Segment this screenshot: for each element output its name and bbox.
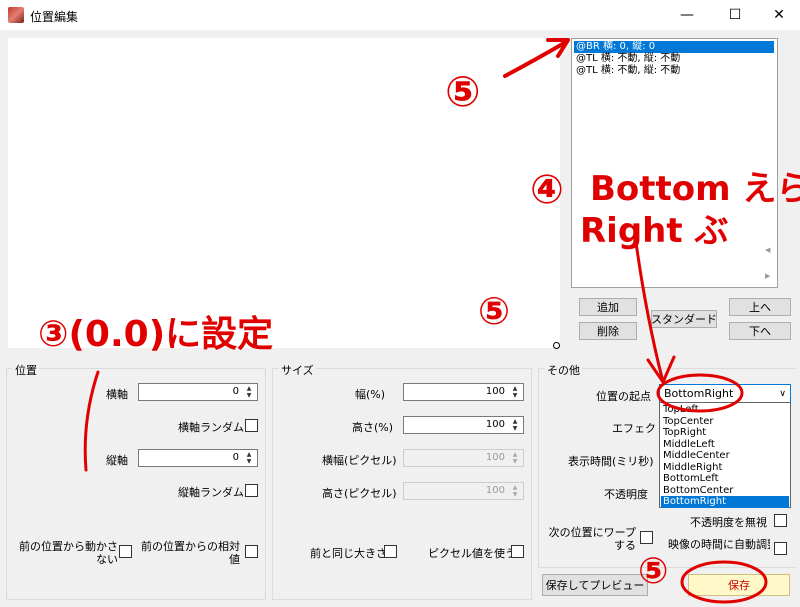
chevron-down-icon: ∨ [779,389,786,399]
same-size-checkbox[interactable] [384,545,397,558]
no-move-checkbox[interactable] [119,545,132,558]
app-icon [8,7,24,23]
ignore-opacity-label: 不透明度を無視 [690,516,767,529]
opacity-label: 不透明度 [604,488,648,501]
spinner-icon: ▲ ▼ [512,451,518,465]
height-pixel-input: 100 ▲ ▼ [403,482,524,500]
origin-option[interactable]: MiddleLeft [661,439,789,451]
spinner-icon[interactable]: ▲ ▼ [508,385,522,399]
window-title: 位置編集 [30,10,79,24]
x-axis-label: 横軸 [106,388,128,401]
width-pixel-label: 横幅(ピクセル) [322,454,397,467]
width-pixel-input: 100 ▲ ▼ [403,449,524,467]
y-axis-input[interactable]: 0 ▲ ▼ [138,449,258,467]
scroll-down-icon[interactable]: ▶ [765,272,770,280]
y-random-checkbox[interactable] [245,484,258,497]
y-random-label: 縦軸ランダム [178,486,244,499]
origin-option[interactable]: TopLeft [661,404,789,416]
origin-marker[interactable] [553,342,560,349]
preview-canvas[interactable] [8,38,560,349]
list-item[interactable]: @TL 横: 不動, 縦: 不動 [574,53,680,65]
width-percent-input[interactable]: 100 ▲ ▼ [403,383,524,401]
origin-option[interactable]: TopCenter [661,416,789,428]
x-axis-input[interactable]: 0 ▲ ▼ [138,383,258,401]
save-button[interactable]: 保存 [688,574,790,596]
auto-adjust-checkbox[interactable] [774,542,787,555]
same-size-label: 前と同じ大きさ [310,547,387,560]
width-percent-label: 幅(%) [355,388,386,401]
y-axis-label: 縦軸 [106,454,128,467]
add-button[interactable]: 追加 [579,298,637,316]
standard-button[interactable]: スタンダード [651,310,717,328]
group-title: 位置 [13,362,39,378]
origin-option[interactable]: BottomCenter [661,485,789,497]
group-title: サイズ [279,362,316,378]
use-pixel-label: ピクセル値を使う [428,547,516,560]
relative-label: 前の位置からの相対値 [141,540,240,566]
display-time-label: 表示時間(ミリ秒) [568,455,654,468]
minimize-icon[interactable]: — [664,0,710,30]
close-icon[interactable]: ✕ [756,0,800,30]
x-random-label: 横軸ランダム [178,421,244,434]
origin-dropdown[interactable]: BottomRight ∨ [659,384,791,404]
warp-checkbox[interactable] [640,531,653,544]
origin-option[interactable]: BottomLeft [661,473,789,485]
no-move-label: 前の位置から動かさない [19,540,118,566]
maximize-icon[interactable]: ☐ [712,0,758,30]
save-preview-button[interactable]: 保存してプレビュー [542,574,648,596]
origin-option[interactable]: TopRight [661,427,789,439]
spinner-icon: ▲ ▼ [512,484,518,498]
origin-option[interactable]: MiddleRight [661,462,789,474]
group-title: その他 [545,362,582,378]
use-pixel-checkbox[interactable] [511,545,524,558]
spinner-icon[interactable]: ▲ ▼ [242,451,256,465]
auto-adjust-label: 映像の時間に自動調整 [668,538,770,551]
x-random-checkbox[interactable] [245,419,258,432]
height-percent-input[interactable]: 100 ▲ ▼ [403,416,524,434]
list-item[interactable]: @TL 横: 不動, 縦: 不動 [574,65,680,77]
height-percent-label: 高さ(%) [352,421,394,434]
delete-button[interactable]: 削除 [579,322,637,340]
origin-label: 位置の起点 [596,390,651,403]
origin-option[interactable]: BottomRight [661,496,789,508]
relative-checkbox[interactable] [245,545,258,558]
spinner-icon[interactable]: ▲ ▼ [508,418,522,432]
position-list[interactable]: @BR 横: 0, 縦: 0 @TL 横: 不動, 縦: 不動 @TL 横: 不… [571,38,778,288]
height-pixel-label: 高さ(ピクセル) [322,487,397,500]
origin-options-list[interactable]: TopLeft TopCenter TopRight MiddleLeft Mi… [659,402,791,508]
list-item[interactable]: @BR 横: 0, 縦: 0 [574,41,774,53]
scroll-up-icon[interactable]: ◀ [765,246,770,254]
move-down-button[interactable]: 下へ [729,322,791,340]
move-up-button[interactable]: 上へ [729,298,791,316]
ignore-opacity-checkbox[interactable] [774,514,787,527]
warp-label: 次の位置にワープする [548,526,636,552]
origin-option[interactable]: MiddleCenter [661,450,789,462]
spinner-icon[interactable]: ▲ ▼ [242,385,256,399]
